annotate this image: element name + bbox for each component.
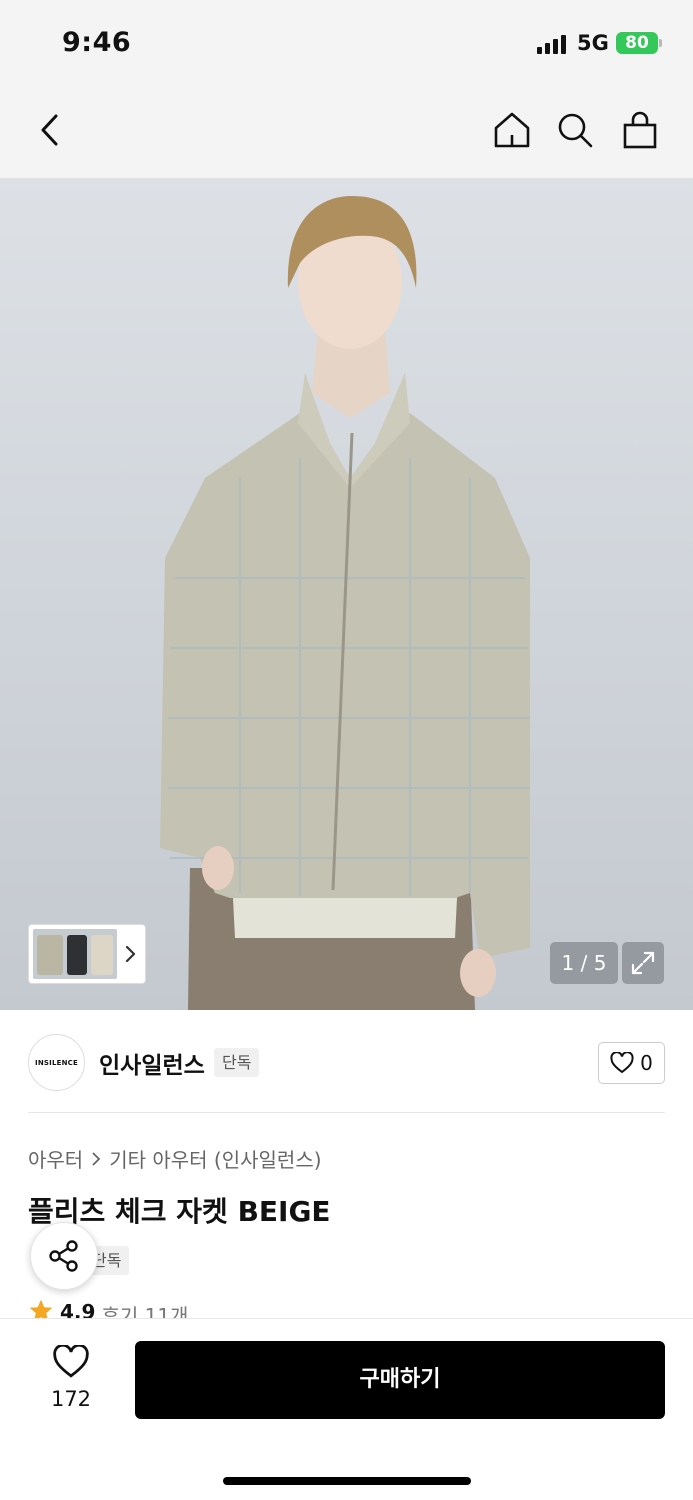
bottom-bar: 172 구매하기: [0, 1318, 693, 1500]
back-button[interactable]: [28, 108, 72, 152]
home-icon: [494, 112, 530, 148]
buy-button[interactable]: 구매하기: [135, 1341, 665, 1419]
image-pager: 1 / 5: [550, 942, 618, 984]
chevron-right-icon: [92, 1151, 101, 1166]
brand-like-button[interactable]: 0: [598, 1042, 665, 1084]
home-button[interactable]: [490, 108, 534, 152]
brand-exclusive-badge: 단독: [214, 1048, 260, 1077]
heart-icon: [53, 1343, 89, 1378]
thumbnail-strip[interactable]: [28, 924, 146, 984]
star-icon: [29, 1300, 53, 1320]
product-image[interactable]: 1 / 5: [0, 178, 693, 1010]
home-indicator: [223, 1477, 471, 1485]
thumbnail-image: [33, 929, 117, 979]
review-count: 후기 11개: [101, 1304, 189, 1320]
expand-button[interactable]: [622, 942, 664, 984]
cart-button[interactable]: [618, 108, 662, 152]
brand-name[interactable]: 인사일런스: [99, 1046, 205, 1080]
brand-row: INSILENCE 인사일런스 단독 0: [28, 1034, 665, 1092]
breadcrumb-item[interactable]: 기타 아우터 (인사일런스): [109, 1144, 321, 1173]
search-icon: [558, 113, 593, 148]
signal-icon: [537, 34, 569, 54]
brand-logo[interactable]: INSILENCE: [28, 1034, 85, 1091]
divider: [28, 1112, 665, 1113]
chevron-left-icon: [41, 114, 58, 146]
share-icon: [49, 1240, 78, 1272]
model-photo: [160, 196, 530, 1010]
heart-icon: [610, 1052, 634, 1074]
status-bar: 9:46 5G 80: [0, 0, 693, 88]
chevron-right-icon: [117, 929, 143, 979]
status-time: 9:46: [62, 27, 132, 58]
breadcrumb-item[interactable]: 아우터: [28, 1144, 83, 1173]
nav-bar: [0, 88, 693, 178]
shopping-bag-icon: [623, 111, 657, 149]
share-button[interactable]: [30, 1222, 98, 1290]
expand-icon: [631, 951, 655, 975]
rating-row[interactable]: 4.9 후기 11개: [28, 1300, 188, 1320]
breadcrumb: 아우터 기타 아우터 (인사일런스): [28, 1144, 322, 1173]
wishlist-count: 172: [50, 1387, 92, 1411]
battery-icon: 80: [616, 32, 662, 54]
wishlist-button[interactable]: 172: [30, 1343, 112, 1411]
rating-score: 4.9: [60, 1300, 96, 1320]
brand-like-count: 0: [640, 1051, 653, 1075]
search-button[interactable]: [553, 108, 597, 152]
network-label: 5G: [577, 31, 609, 55]
